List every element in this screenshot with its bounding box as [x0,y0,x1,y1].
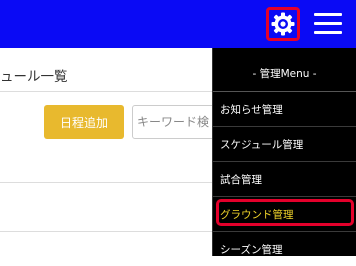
admin-side-menu: - 管理Menu - お知らせ管理 スケジュール管理 試合管理 グラウンド管理 … [212,48,356,256]
search-field[interactable] [132,105,222,139]
main-content: ュール一覧 日程追加 [0,48,222,256]
divider [0,231,212,232]
hamburger-icon-line [314,22,342,25]
page-title: ュール一覧 [0,69,68,85]
add-schedule-button[interactable]: 日程追加 [44,105,124,139]
divider [0,91,212,92]
gear-icon [271,12,295,36]
hamburger-icon [314,13,342,16]
settings-button[interactable] [266,7,300,41]
hamburger-menu-button[interactable] [314,12,342,36]
highlight-box [216,199,354,226]
menu-item-games[interactable]: 試合管理 [213,161,356,196]
top-nav-bar [0,0,356,48]
keyword-search-input[interactable] [133,106,221,138]
menu-item-news[interactable]: お知らせ管理 [213,91,356,126]
menu-item-ground[interactable]: グラウンド管理 [213,196,356,231]
menu-item-schedule[interactable]: スケジュール管理 [213,126,356,161]
menu-item-season[interactable]: シーズン管理 [213,231,356,266]
divider [0,182,212,183]
hamburger-icon-line [314,31,342,34]
